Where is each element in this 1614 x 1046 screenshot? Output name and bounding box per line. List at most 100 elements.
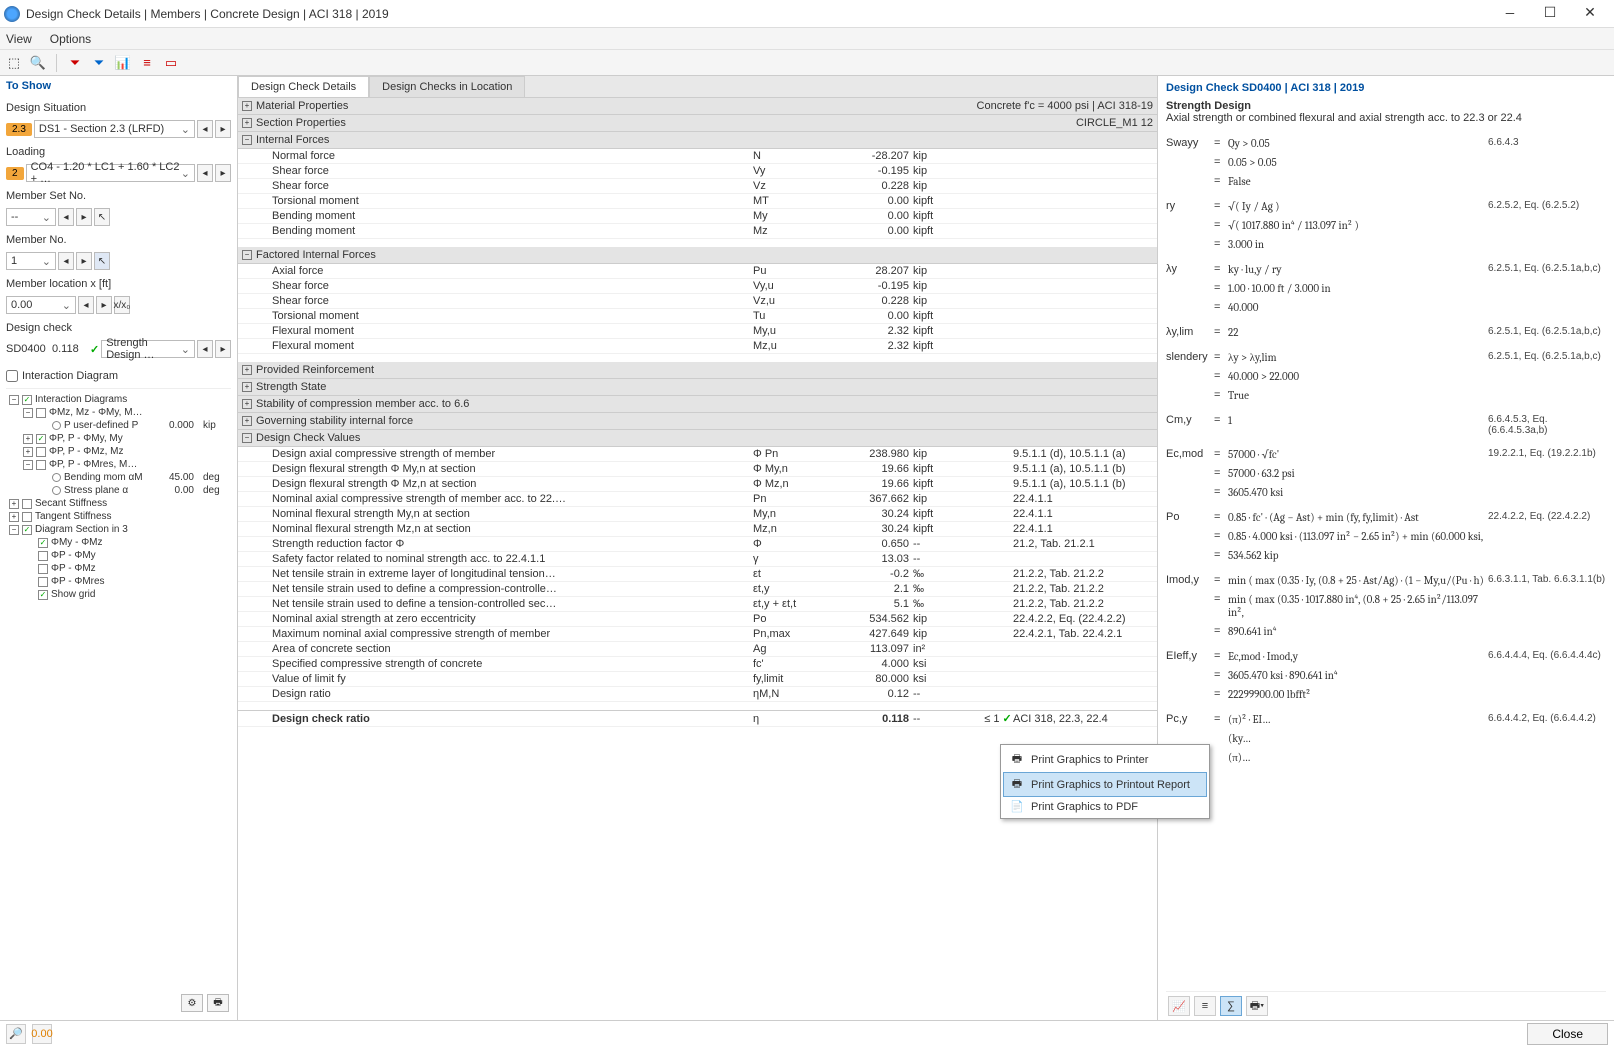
tree-toggle-icon[interactable]: + — [23, 434, 33, 444]
tree-toggle-icon[interactable]: − — [23, 408, 33, 418]
ds-combo[interactable]: DS1 - Section 2.3 (LRFD) — [34, 120, 195, 138]
tab-design-check-details[interactable]: Design Check Details — [238, 76, 369, 97]
print-dropdown[interactable]: 🖶▾ — [1246, 996, 1268, 1016]
grid-section-header[interactable]: −Design Check Values — [238, 430, 1157, 447]
filter-icon[interactable]: ⏷ — [65, 53, 85, 73]
graph-icon[interactable]: 📈 — [1168, 996, 1190, 1016]
checkbox-icon[interactable]: ✓ — [22, 525, 32, 535]
checkbox-icon[interactable]: ✓ — [36, 434, 46, 444]
tree-node[interactable]: −✓Interaction Diagrams — [6, 393, 231, 406]
pick-icon[interactable]: ↖ — [94, 208, 110, 226]
member-set-combo[interactable]: -- — [6, 208, 56, 226]
loc-button[interactable]: x/x₀ — [114, 296, 130, 314]
tree-toggle-icon[interactable]: + — [23, 447, 33, 457]
next-button[interactable]: ▸ — [96, 296, 112, 314]
tree-node[interactable]: P user-defined P0.000kip — [6, 419, 231, 432]
expand-icon[interactable]: − — [242, 135, 252, 145]
next-button[interactable]: ▸ — [215, 120, 231, 138]
zoom-icon[interactable]: 🔍 — [28, 53, 48, 73]
formula-icon[interactable]: ∑ — [1220, 996, 1242, 1016]
menu-print-report[interactable]: 🖶Print Graphics to Printout Report — [1003, 772, 1207, 797]
prev-button[interactable]: ◂ — [197, 164, 213, 182]
prev-button[interactable]: ◂ — [58, 252, 74, 270]
menu-view[interactable]: View — [6, 32, 32, 46]
checkbox-icon[interactable] — [22, 499, 32, 509]
tree-toggle-icon[interactable]: − — [23, 460, 33, 470]
tree-node[interactable]: +Tangent Stiffness — [6, 510, 231, 523]
tree-node[interactable]: +Secant Stiffness — [6, 497, 231, 510]
tree-node[interactable]: +ΦP, P - ΦMz, Mz — [6, 445, 231, 458]
beam-icon[interactable]: ▭ — [161, 53, 181, 73]
expand-icon[interactable]: + — [242, 365, 252, 375]
tree-toggle-icon[interactable]: + — [9, 499, 19, 509]
checkbox-icon[interactable]: ✓ — [22, 395, 32, 405]
checkbox-icon[interactable] — [36, 460, 46, 470]
expand-icon[interactable]: + — [242, 399, 252, 409]
grid-section-header[interactable]: +Stability of compression member acc. to… — [238, 396, 1157, 413]
prev-button[interactable]: ◂ — [197, 120, 213, 138]
menu-options[interactable]: Options — [50, 32, 91, 46]
close-button[interactable]: ✕ — [1570, 0, 1610, 28]
expand-icon[interactable]: − — [242, 433, 252, 443]
next-button[interactable]: ▸ — [76, 252, 92, 270]
units-icon[interactable]: 0.00 — [32, 1024, 52, 1044]
equation-area[interactable]: Swayy=Qy > 0.056.6.4.3=0.05 > 0.05=False… — [1166, 134, 1606, 991]
grid-section-header[interactable]: +Strength State — [238, 379, 1157, 396]
print-icon[interactable]: 🖶 — [207, 994, 229, 1012]
checkbox-icon[interactable] — [38, 551, 48, 561]
member-loc-combo[interactable]: 0.00 — [6, 296, 76, 314]
maximize-button[interactable]: ☐ — [1530, 0, 1570, 28]
radio-icon[interactable] — [52, 486, 61, 495]
checkbox-icon[interactable] — [22, 512, 32, 522]
tree-node[interactable]: ΦP - ΦMz — [6, 562, 231, 575]
select-icon[interactable]: ⬚ — [4, 53, 24, 73]
tree-toggle-icon[interactable]: + — [9, 512, 19, 522]
checkbox-icon[interactable] — [36, 447, 46, 457]
prev-button[interactable]: ◂ — [78, 296, 94, 314]
design-check-grid[interactable]: +Material PropertiesConcrete f'c = 4000 … — [238, 98, 1157, 1020]
checkbox-icon[interactable]: ✓ — [38, 538, 48, 548]
tree-node[interactable]: ✓ΦMy - ΦMz — [6, 536, 231, 549]
grid-section-header[interactable]: +Material PropertiesConcrete f'c = 4000 … — [238, 98, 1157, 115]
tab-design-checks-location[interactable]: Design Checks in Location — [369, 76, 525, 97]
pick-icon[interactable]: ↖ — [94, 252, 110, 270]
menu-print-printer[interactable]: 🖶Print Graphics to Printer — [1003, 747, 1207, 772]
dc-combo[interactable]: Strength Design … — [101, 340, 195, 358]
expand-icon[interactable]: + — [242, 101, 252, 111]
checkbox-icon[interactable] — [36, 408, 46, 418]
grid-section-header[interactable]: +Section PropertiesCIRCLE_M1 12 — [238, 115, 1157, 132]
menu-print-pdf[interactable]: 📄Print Graphics to PDF — [1003, 797, 1207, 816]
tree-node[interactable]: Stress plane α0.00deg — [6, 484, 231, 497]
tree[interactable]: −✓Interaction Diagrams−ΦMz, Mz - ΦMy, M…… — [6, 388, 231, 984]
tree-node[interactable]: −ΦMz, Mz - ΦMy, M… — [6, 406, 231, 419]
expand-icon[interactable]: + — [242, 118, 252, 128]
grid-section-header[interactable]: −Factored Internal Forces — [238, 247, 1157, 264]
tree-node[interactable]: ✓Show grid — [6, 588, 231, 601]
tree-node[interactable]: ΦP - ΦMy — [6, 549, 231, 562]
expand-icon[interactable]: + — [242, 416, 252, 426]
next-button[interactable]: ▸ — [215, 340, 231, 358]
loading-combo[interactable]: CO4 - 1.20 * LC1 + 1.60 * LC2 + … — [26, 164, 195, 182]
radio-icon[interactable] — [52, 473, 61, 482]
minimize-button[interactable]: — — [1490, 0, 1530, 28]
next-button[interactable]: ▸ — [76, 208, 92, 226]
checkbox-icon[interactable]: ✓ — [38, 590, 48, 600]
expand-icon[interactable]: − — [242, 250, 252, 260]
stack-icon[interactable]: ≡ — [137, 53, 157, 73]
checkbox-icon[interactable] — [38, 577, 48, 587]
tree-node[interactable]: −ΦP, P - ΦMres, M… — [6, 458, 231, 471]
member-no-combo[interactable]: 1 — [6, 252, 56, 270]
grid-section-header[interactable]: −Internal Forces — [238, 132, 1157, 149]
interaction-diagram-checkbox[interactable] — [6, 370, 18, 382]
tree-node[interactable]: −✓Diagram Section in 3 — [6, 523, 231, 536]
close-button[interactable]: Close — [1527, 1023, 1608, 1045]
settings-icon[interactable]: ⚙ — [181, 994, 203, 1012]
prev-button[interactable]: ◂ — [58, 208, 74, 226]
chart-icon[interactable]: 📊 — [113, 53, 133, 73]
grid-section-header[interactable]: +Provided Reinforcement — [238, 362, 1157, 379]
tree-node[interactable]: Bending mom αM45.00deg — [6, 471, 231, 484]
search-icon[interactable]: 🔎 — [6, 1024, 26, 1044]
expand-icon[interactable]: + — [242, 382, 252, 392]
tree-node[interactable]: +✓ΦP, P - ΦMy, My — [6, 432, 231, 445]
next-button[interactable]: ▸ — [215, 164, 231, 182]
